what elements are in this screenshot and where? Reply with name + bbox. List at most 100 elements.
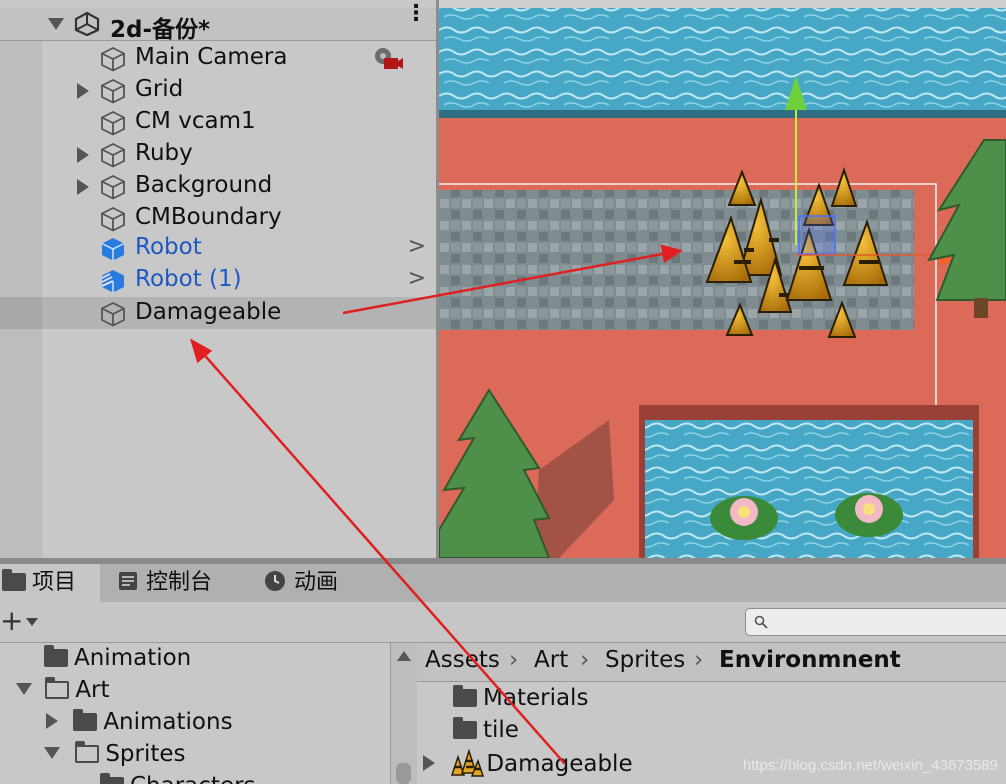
asset-item-materials[interactable]: Materials [453,685,588,711]
hierarchy-item-robot[interactable]: Robot > [42,232,436,264]
breadcrumb: Assets › Art › Sprites › Environmnent [417,643,1006,682]
tree-item-label: Characters [130,773,256,784]
gameobject-cube-icon [101,206,125,232]
hierarchy-item-main-camera[interactable]: Main Camera [42,42,436,74]
scene-header-row[interactable]: 2d-备份* ⋮ [0,3,436,43]
breadcrumb-environment[interactable]: Environmnent [719,647,901,673]
prefab-variant-icon [101,270,124,293]
scrollbar-thumb[interactable] [396,763,411,784]
hierarchy-item-label: CMBoundary [135,204,282,230]
tree-item-sprites[interactable]: Sprites [44,741,186,767]
scene-toolbar-strip [439,0,1006,8]
breadcrumb-assets[interactable]: Assets [425,647,500,673]
dropdown-arrow-icon[interactable] [26,618,38,626]
tree-scrollbar[interactable] [390,643,417,784]
asset-item-label: Damageable [486,751,633,777]
hierarchy-item-cm-vcam1[interactable]: CM vcam1 [42,106,436,138]
unity-scene-icon [74,11,100,37]
folder-icon [2,569,26,591]
collapse-arrow-icon[interactable] [48,18,64,30]
search-icon [754,615,768,629]
add-icon[interactable]: + [0,604,23,637]
tree-item-art[interactable]: Art [16,677,110,703]
expand-arrow-icon[interactable] [77,147,89,163]
prefab-cube-icon [101,238,125,261]
hierarchy-item-label: Grid [135,76,184,102]
tree-item-animations[interactable]: Animations [46,709,233,735]
asset-item-label: Materials [483,685,589,711]
gameobject-cube-icon [101,110,125,136]
asset-item-damageable[interactable]: Damageable [423,748,633,777]
breadcrumb-sprites[interactable]: Sprites [605,647,685,673]
collapse-arrow-icon[interactable] [16,683,32,695]
kebab-menu-icon[interactable]: ⋮ [405,3,427,25]
breadcrumb-separator-icon: › [580,647,590,673]
hierarchy-item-damageable[interactable]: Damageable [0,297,436,329]
rect-tool-handle [798,215,836,255]
camera-gizmo-icon[interactable] [372,44,404,72]
hierarchy-item-background[interactable]: Background [42,170,436,202]
hierarchy-item-label: Main Camera [135,44,288,70]
breadcrumb-separator-icon: › [694,647,704,673]
tree-item-label: Art [75,677,110,703]
scroll-up-arrow-icon[interactable] [397,651,411,661]
breadcrumb-separator-icon: › [509,647,519,673]
tree-item-label: Animation [74,645,192,671]
watermark-text: https://blog.csdn.net/weixin_43673589 [742,757,998,774]
gameobject-cube-icon [101,142,125,168]
scene-view[interactable] [439,0,1006,558]
hierarchy-item-label: Damageable [135,299,282,325]
expand-arrow-icon[interactable] [46,713,58,729]
scene-canvas[interactable] [439,0,1006,558]
gameobject-cube-icon [101,46,125,72]
expand-arrow-icon[interactable] [77,83,89,99]
asset-item-tile[interactable]: tile [453,717,519,743]
hierarchy-item-label: Robot [135,234,202,260]
project-window: 项目 控制台 动画 + Animation Art Animations Spr… [0,564,1006,784]
hierarchy-item-robot-1[interactable]: Robot (1) > [42,264,436,296]
tab-label: 动画 [294,570,339,595]
tab-bar: 项目 控制台 动画 [0,564,1006,603]
asset-item-label: tile [483,717,519,743]
tree-item-label: Sprites [105,741,186,767]
water-pool [639,405,979,558]
hierarchy-item-label: Robot (1) [135,266,242,292]
tab-label: 控制台 [146,570,213,595]
tab-project[interactable]: 项目 [0,564,100,602]
chevron-right-icon[interactable]: > [408,234,426,259]
console-icon [119,572,137,590]
folder-icon [100,773,124,784]
folder-icon [44,645,68,667]
gameobject-cube-icon [101,301,125,327]
water-area-top [439,8,1006,118]
chevron-right-icon[interactable]: > [408,266,426,291]
folder-tree: Animation Art Animations Sprites Charact… [0,643,390,784]
breadcrumb-art[interactable]: Art [534,647,568,673]
tab-animation[interactable]: 动画 [264,564,374,602]
folder-icon [453,685,477,707]
search-input[interactable] [745,608,1006,636]
gameobject-cube-icon [101,78,125,104]
folder-icon [73,709,98,731]
tree-item-label: Animations [103,709,233,735]
tab-label: 项目 [32,570,77,595]
hierarchy-item-cmboundary[interactable]: CMBoundary [42,202,436,234]
hierarchy-item-grid[interactable]: Grid [42,74,436,106]
gameobject-cube-icon [101,174,125,200]
selection-gutter [0,297,42,329]
scene-title: 2d-备份* [110,17,211,43]
hierarchy-item-ruby[interactable]: Ruby [42,138,436,170]
folder-open-icon [45,677,70,699]
expand-arrow-icon[interactable] [423,755,435,771]
tree-item-characters[interactable]: Characters [100,773,256,784]
expand-arrow-icon[interactable] [77,179,89,195]
collapse-arrow-icon[interactable] [44,747,60,759]
sprite-thumbnail-icon [451,748,485,777]
hierarchy-item-label: CM vcam1 [135,108,256,134]
hierarchy-panel: 2d-备份* ⋮ Main Camera Grid CM vcam1 Ruby … [0,0,436,558]
tab-console[interactable]: 控制台 [118,564,248,602]
hierarchy-item-label: Ruby [135,140,193,166]
tree-item-animation[interactable]: Animation [44,645,191,671]
folder-icon [453,717,477,739]
hierarchy-item-label: Background [135,172,273,198]
